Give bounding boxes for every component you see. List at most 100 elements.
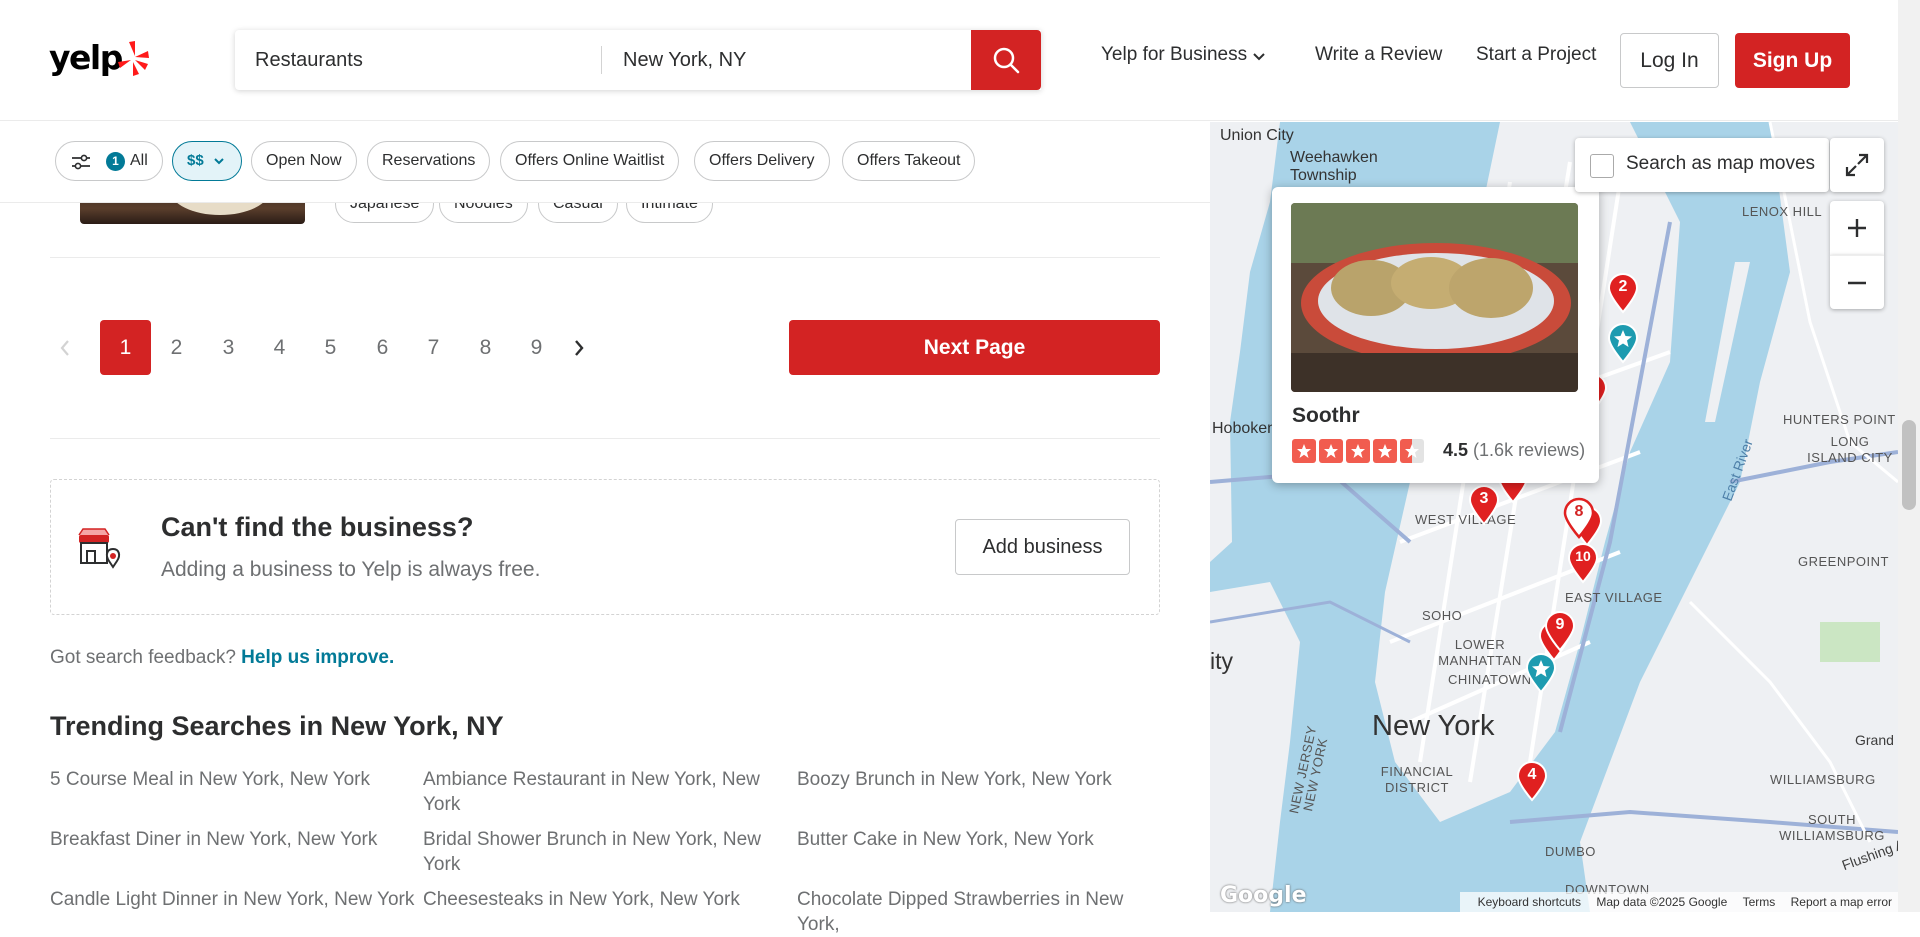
map-label: SOHO <box>1422 608 1463 623</box>
map-label: CHINATOWN <box>1448 672 1532 687</box>
star-icon <box>1373 439 1397 463</box>
business-rating: 4.5 (1.6k reviews) <box>1443 440 1586 460</box>
map-label: LOWER MANHATTAN <box>1438 637 1522 668</box>
chevron-left-icon <box>60 340 69 356</box>
map-business-popup[interactable]: Soothr 4.5 (1.6k reviews) <box>1272 187 1599 483</box>
map-label: Grand <box>1855 732 1894 748</box>
map-pin-2[interactable]: 2 <box>1606 272 1640 314</box>
price-filter-chip[interactable]: $$ <box>172 141 242 181</box>
page-5[interactable]: 5 <box>305 320 356 375</box>
star-icon <box>1292 439 1316 463</box>
filter-delivery[interactable]: Offers Delivery <box>694 141 830 181</box>
filter-reservations[interactable]: Reservations <box>367 141 491 181</box>
page-8[interactable]: 8 <box>460 320 511 375</box>
map-data-text: Map data ©2025 Google <box>1596 895 1728 909</box>
map-label: LONG ISLAND CITY <box>1807 434 1893 465</box>
business-photo[interactable] <box>1291 203 1578 392</box>
trending-link[interactable]: Candle Light Dinner in New York, New Yor… <box>50 887 420 912</box>
login-button[interactable]: Log In <box>1620 33 1719 88</box>
page-2[interactable]: 2 <box>151 320 202 375</box>
top-header: yelp Restaurants New York, NY Yelp for B… <box>0 0 1898 121</box>
map-sponsored-pin[interactable] <box>1606 322 1640 364</box>
trending-link[interactable]: Breakfast Diner in New York, New York <box>50 827 390 852</box>
map-pin-10[interactable]: 10 <box>1566 542 1600 584</box>
rating-stars <box>1292 439 1424 463</box>
trending-link[interactable]: Bridal Shower Brunch in New York, New Yo… <box>423 827 773 877</box>
signup-button[interactable]: Sign Up <box>1735 33 1850 88</box>
add-business-button[interactable]: Add business <box>955 519 1130 575</box>
filter-online-waitlist[interactable]: Offers Online Waitlist <box>500 141 680 181</box>
divider <box>50 257 1160 258</box>
business-name[interactable]: Soothr <box>1292 404 1360 428</box>
zoom-in-button[interactable] <box>1830 201 1884 255</box>
trending-link[interactable]: Ambiance Restaurant in New York, New Yor… <box>423 767 773 817</box>
map-attribution: Keyboard shortcuts Map data ©2025 Google… <box>1459 892 1898 912</box>
chevron-down-icon <box>1253 53 1265 61</box>
map-label: LENOX HILL <box>1742 204 1823 219</box>
map-label: WILLIAMSBURG <box>1770 772 1876 787</box>
search-feedback: Got search feedback? Help us improve. <box>50 647 395 668</box>
map-pin-4[interactable]: 4 <box>1515 760 1549 802</box>
all-filters-button[interactable]: 1 All <box>55 141 163 181</box>
page-scrollbar[interactable] <box>1898 0 1920 912</box>
filter-takeout[interactable]: Offers Takeout <box>842 141 976 181</box>
results-map[interactable]: Union City Weehawken Township Hoboken it… <box>1210 122 1898 912</box>
star-half-icon <box>1400 439 1424 463</box>
trending-link[interactable]: Boozy Brunch in New York, New York <box>797 767 1137 792</box>
next-page-button[interactable]: Next Page <box>789 320 1160 375</box>
map-label: EAST VILLAGE <box>1565 590 1663 605</box>
filter-open-now[interactable]: Open Now <box>251 141 357 181</box>
nav-yelp-for-business[interactable]: Yelp for Business <box>1101 44 1247 66</box>
star-icon <box>1319 439 1343 463</box>
map-pin-9[interactable]: 9 <box>1543 610 1577 652</box>
search-as-map-moves: Search as map moves <box>1575 138 1829 192</box>
map-label: Hoboken <box>1212 420 1277 437</box>
zoom-out-button[interactable] <box>1830 255 1884 309</box>
cant-find-title: Can't find the business? <box>161 512 474 542</box>
nav-write-review[interactable]: Write a Review <box>1315 44 1442 66</box>
trending-link[interactable]: Butter Cake in New York, New York <box>797 827 1137 852</box>
page-1[interactable]: 1 <box>100 320 151 375</box>
map-label: ity <box>1210 648 1233 674</box>
search-bar: Restaurants New York, NY <box>235 30 1041 90</box>
trending-title: Trending Searches in New York, NY <box>50 711 504 741</box>
map-pin-8[interactable]: 8 <box>1562 497 1596 539</box>
plus-icon <box>1848 219 1866 237</box>
page-6[interactable]: 6 <box>357 320 408 375</box>
search-icon <box>993 47 1020 74</box>
search-button[interactable] <box>971 30 1041 90</box>
terms-link[interactable]: Terms <box>1743 895 1776 909</box>
map-sponsored-pin[interactable] <box>1524 652 1558 694</box>
divider <box>50 438 1160 439</box>
yelp-logo[interactable]: yelp <box>49 38 153 82</box>
page-7[interactable]: 7 <box>408 320 459 375</box>
search-find-input[interactable]: Restaurants <box>255 30 595 90</box>
trending-link[interactable]: 5 Course Meal in New York, New York <box>50 767 390 792</box>
search-location-input[interactable]: New York, NY <box>623 30 963 90</box>
map-label: HUNTERS POINT <box>1783 412 1896 427</box>
expand-map-button[interactable] <box>1830 138 1884 192</box>
report-error-link[interactable]: Report a map error <box>1791 895 1892 909</box>
trending-link[interactable]: Chocolate Dipped Strawberries in New Yor… <box>797 887 1167 937</box>
star-icon <box>1607 323 1639 364</box>
search-divider <box>601 46 602 74</box>
google-logo[interactable]: Google <box>1220 883 1307 908</box>
page-9[interactable]: 9 <box>511 320 562 375</box>
minus-icon <box>1848 281 1866 284</box>
chevron-right-icon[interactable] <box>572 338 586 358</box>
scrollbar-thumb[interactable] <box>1902 420 1916 510</box>
yelp-burst-icon <box>118 41 149 76</box>
map-pin-3[interactable]: 3 <box>1467 484 1501 526</box>
search-as-map-moves-checkbox[interactable] <box>1590 154 1614 178</box>
page-3[interactable]: 3 <box>203 320 254 375</box>
page-4[interactable]: 4 <box>254 320 305 375</box>
trending-link[interactable]: Cheesesteaks in New York, New York <box>423 887 763 912</box>
star-icon <box>1525 653 1557 694</box>
keyboard-shortcuts-link[interactable]: Keyboard shortcuts <box>1478 895 1581 909</box>
filter-bar: 1 All $$ Open Now Reservations Offers On… <box>0 122 1210 203</box>
help-improve-link[interactable]: Help us improve. <box>241 647 394 668</box>
expand-icon <box>1845 153 1869 177</box>
map-label: New York <box>1372 710 1495 742</box>
nav-start-project[interactable]: Start a Project <box>1476 44 1596 66</box>
map-label: SOUTH WILLIAMSBURG <box>1779 812 1885 843</box>
